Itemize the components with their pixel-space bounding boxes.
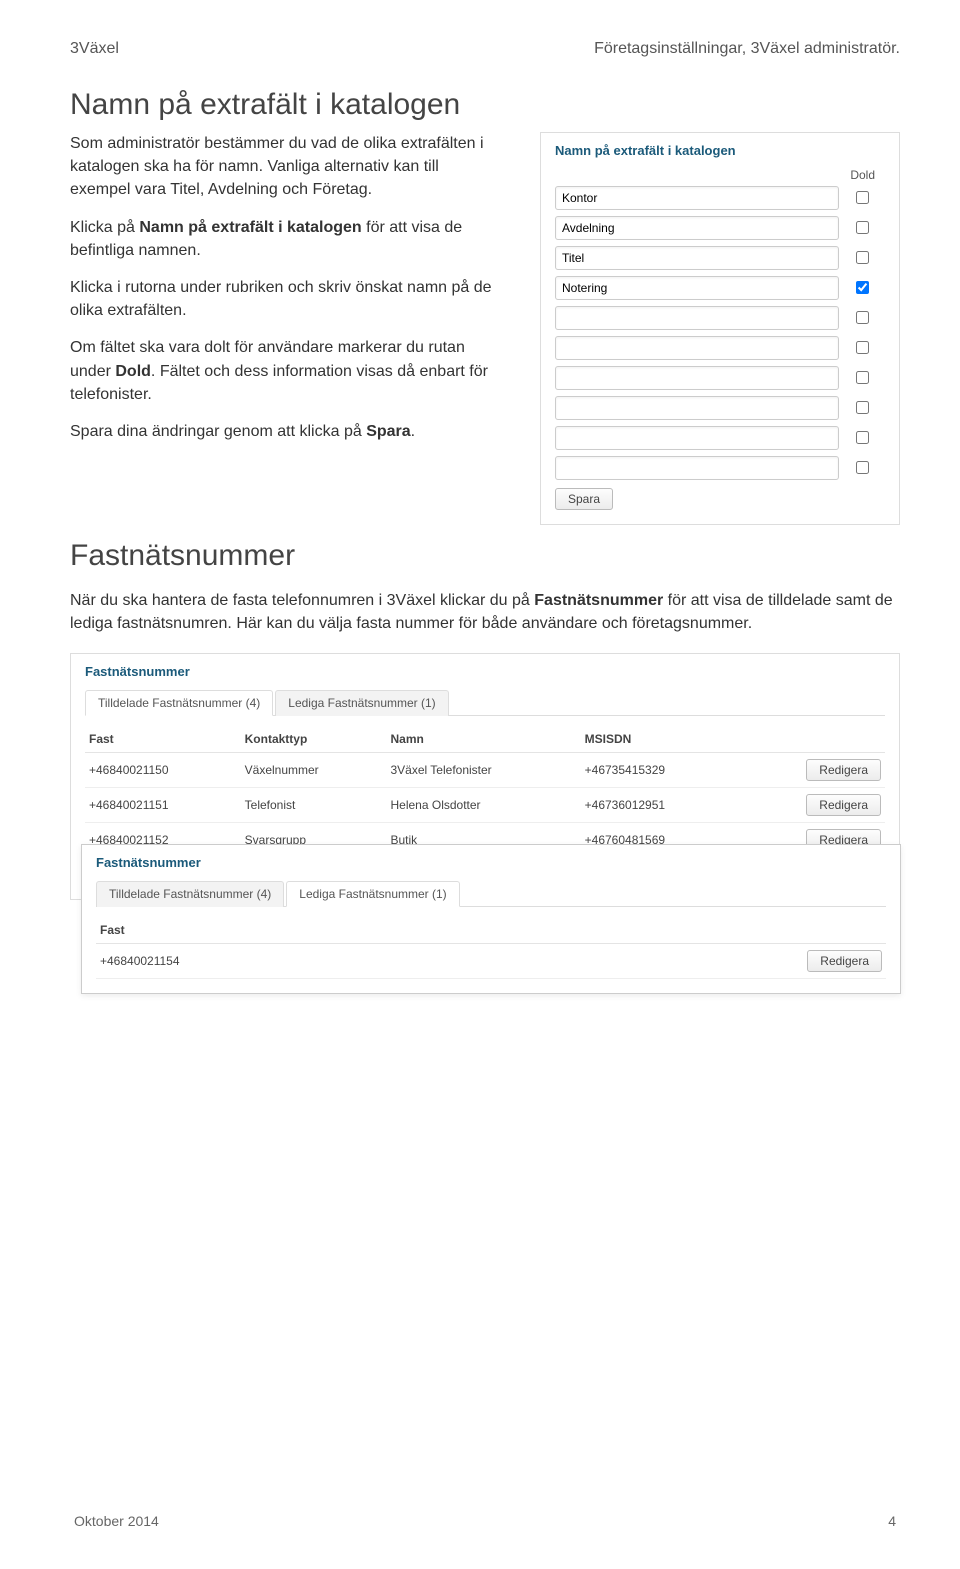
field-row (555, 276, 885, 300)
shot1-title: Fastnätsnummer (85, 664, 885, 679)
shot1-tabs: Tilldelade Fastnätsnummer (4) Lediga Fas… (85, 689, 885, 716)
section2-title: Fastnätsnummer (70, 539, 900, 573)
section1-p2: Klicka på Namn på extrafält i katalogen … (70, 216, 500, 262)
tab-allocated[interactable]: Tilldelade Fastnätsnummer (4) (85, 690, 273, 716)
field-row (555, 186, 885, 210)
shot2-table: Fast +46840021154 Redigera (96, 917, 886, 979)
panel-title: Namn på extrafält i katalogen (555, 143, 885, 158)
section1-p5: Spara dina ändringar genom att klicka på… (70, 420, 500, 443)
extrafield-input-3[interactable] (555, 276, 839, 300)
extrafield-hidden-4[interactable] (856, 311, 869, 324)
field-row (555, 366, 885, 390)
col-msisdn: MSISDN (581, 726, 738, 753)
section1-p4: Om fältet ska vara dolt för användare ma… (70, 336, 500, 406)
col-fast: Fast (85, 726, 241, 753)
edit-button[interactable]: Redigera (807, 950, 882, 972)
save-button[interactable]: Spara (555, 488, 613, 510)
fastnat-screenshot-1: Fastnätsnummer Tilldelade Fastnätsnummer… (70, 653, 900, 900)
footer-date: Oktober 2014 (74, 1513, 159, 1529)
section1-p3: Klicka i rutorna under rubriken och skri… (70, 276, 500, 322)
field-row (555, 426, 885, 450)
tab-available[interactable]: Lediga Fastnätsnummer (1) (275, 690, 448, 716)
bold-fastnat: Fastnätsnummer (534, 592, 663, 609)
cell-fast: +46840021150 (85, 753, 241, 788)
cell-fast: +46840021151 (85, 788, 241, 823)
field-row (555, 216, 885, 240)
cell-name: Helena Olsdotter (387, 788, 581, 823)
table-row: +46840021151 Telefonist Helena Olsdotter… (85, 788, 885, 823)
extrafield-input-5[interactable] (555, 336, 839, 360)
cell-msisdn: +46735415329 (581, 753, 738, 788)
panel-col-hidden: Dold (850, 168, 875, 182)
section2-p1: När du ska hantera de fasta telefonnumre… (70, 589, 900, 635)
extrafield-hidden-9[interactable] (856, 461, 869, 474)
table-row: +46840021150 Växelnummer 3Växel Telefoni… (85, 753, 885, 788)
table-row: +46840021154 Redigera (96, 944, 886, 979)
extrafield-hidden-2[interactable] (856, 251, 869, 264)
field-row (555, 456, 885, 480)
tab-available-2[interactable]: Lediga Fastnätsnummer (1) (286, 881, 459, 907)
extrafield-hidden-6[interactable] (856, 371, 869, 384)
cell-type: Växelnummer (241, 753, 387, 788)
cell-msisdn: +46736012951 (581, 788, 738, 823)
field-row (555, 246, 885, 270)
extrafield-input-6[interactable] (555, 366, 839, 390)
extrafield-hidden-3[interactable] (856, 281, 869, 294)
page-footer: Oktober 2014 4 (70, 1513, 900, 1529)
header-right: Företagsinställningar, 3Växel administra… (594, 40, 900, 58)
field-row (555, 336, 885, 360)
extrafield-hidden-1[interactable] (856, 221, 869, 234)
bold-dold: Dold (115, 363, 151, 380)
section1-p1: Som administratör bestämmer du vad de ol… (70, 132, 500, 202)
cell-fast: +46840021154 (96, 944, 502, 979)
col-kontakttyp: Kontakttyp (241, 726, 387, 753)
section1-text: Som administratör bestämmer du vad de ol… (70, 132, 500, 525)
extrafield-input-0[interactable] (555, 186, 839, 210)
shot2-title: Fastnätsnummer (96, 855, 886, 870)
extrafield-input-2[interactable] (555, 246, 839, 270)
footer-page: 4 (888, 1513, 896, 1529)
edit-button[interactable]: Redigera (806, 759, 881, 781)
fastnat-screenshot-2: Fastnätsnummer Tilldelade Fastnätsnummer… (81, 844, 901, 994)
cell-name: 3Växel Telefonister (387, 753, 581, 788)
tab-allocated-2[interactable]: Tilldelade Fastnätsnummer (4) (96, 881, 284, 907)
page-header: 3Växel Företagsinställningar, 3Växel adm… (70, 40, 900, 58)
shot2-tabs: Tilldelade Fastnätsnummer (4) Lediga Fas… (96, 880, 886, 907)
col-namn: Namn (387, 726, 581, 753)
section1-title: Namn på extrafält i katalogen (70, 88, 900, 122)
edit-button[interactable]: Redigera (806, 794, 881, 816)
extrafield-hidden-8[interactable] (856, 431, 869, 444)
extrafield-hidden-0[interactable] (856, 191, 869, 204)
extrafield-hidden-7[interactable] (856, 401, 869, 414)
extrafields-panel: Namn på extrafält i katalogen Dold (540, 132, 900, 525)
extrafield-input-4[interactable] (555, 306, 839, 330)
bold-spara: Spara (366, 423, 410, 440)
extrafield-input-9[interactable] (555, 456, 839, 480)
extrafield-input-8[interactable] (555, 426, 839, 450)
field-row (555, 396, 885, 420)
extrafield-input-7[interactable] (555, 396, 839, 420)
cell-type: Telefonist (241, 788, 387, 823)
col-fast-2: Fast (96, 917, 502, 944)
extrafield-hidden-5[interactable] (856, 341, 869, 354)
extrafield-input-1[interactable] (555, 216, 839, 240)
field-row (555, 306, 885, 330)
header-left: 3Växel (70, 40, 119, 58)
bold-link-name: Namn på extrafält i katalogen (139, 219, 361, 236)
